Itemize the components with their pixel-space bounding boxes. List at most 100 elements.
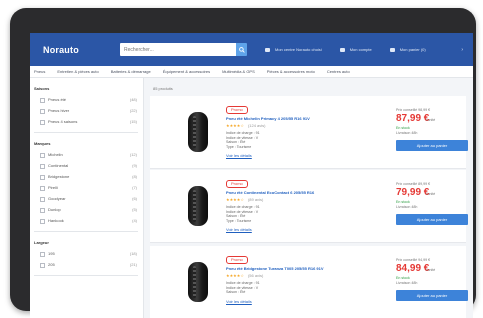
add-to-cart-button[interactable]: Ajouter au panier <box>396 140 468 151</box>
filter-divider <box>34 132 138 133</box>
price: 84,99 € <box>396 263 430 274</box>
tire-image[interactable] <box>188 112 208 152</box>
filter-group-title[interactable]: Largeur <box>34 240 49 245</box>
details-link[interactable]: Voir les détails <box>226 299 252 304</box>
filter-option[interactable]: Pneus été (48) <box>30 96 143 104</box>
filter-sidebar: Saisons Pneus été (48) Pneus hiver (22) Pneus… <box>30 78 144 318</box>
tire-image[interactable] <box>188 186 208 226</box>
filter-option-label: Hankook <box>48 218 64 223</box>
product-title[interactable]: Pneu été Bridgestone Turanza T005 205/55… <box>226 266 324 271</box>
search-bar <box>120 43 247 56</box>
add-to-cart-button[interactable]: Ajouter au panier <box>396 290 468 301</box>
delivery-info: Livraison 48h <box>396 205 418 209</box>
filter-option-label: Pneus été <box>48 97 67 102</box>
product-rating: ★★★★☆ (124 avis) <box>226 123 266 128</box>
filter-checkbox[interactable] <box>40 153 45 158</box>
store-icon <box>265 47 270 52</box>
filter-option[interactable]: Michelin (12) <box>30 151 143 159</box>
product-title[interactable]: Pneu été Michelin Primacy 4 205/55 R16 9… <box>226 116 310 121</box>
filter-option[interactable]: Goodyear (6) <box>30 195 143 203</box>
nav-item[interactable]: Entretien & pièces auto <box>57 69 98 74</box>
filter-option-count: (6) <box>132 196 137 201</box>
product-title[interactable]: Pneu été Continental EcoContact 6 205/55… <box>226 190 314 195</box>
review-count[interactable]: (124 avis) <box>248 123 266 128</box>
filter-option-label: 195 <box>48 251 55 256</box>
search-button[interactable] <box>236 43 247 56</box>
filter-divider <box>34 231 138 232</box>
filter-option[interactable]: 205 (21) <box>30 261 143 269</box>
filter-checkbox[interactable] <box>40 219 45 224</box>
filter-option-count: (48) <box>129 97 137 102</box>
stock-status: En stock <box>396 200 410 204</box>
details-link[interactable]: Voir les détails <box>226 227 252 232</box>
filter-group-title[interactable]: Saisons <box>34 86 49 91</box>
search-input[interactable] <box>120 43 236 56</box>
cart-link[interactable]: Mon panier (0) <box>389 47 426 52</box>
nav-item[interactable]: Équipement & accessoires <box>163 69 210 74</box>
product-specs: Indice de charge : 91 Indice de vitesse :… <box>226 205 260 223</box>
filter-checkbox[interactable] <box>40 109 45 114</box>
filter-option-label: Bridgestone <box>48 174 70 179</box>
filter-option-count: (18) <box>129 251 137 256</box>
screen: Norauto Mon centre Norauto choisi Mon co… <box>30 33 473 318</box>
price-unit: l'unité <box>426 118 436 122</box>
filter-option[interactable]: Pneus hiver (22) <box>30 107 143 115</box>
filter-option-label: Dunlop <box>48 207 61 212</box>
store-selector[interactable]: Mon centre Norauto choisi <box>265 47 322 52</box>
filter-checkbox[interactable] <box>40 164 45 169</box>
spec-line: Saison : Été <box>226 290 246 295</box>
filter-option-count: (7) <box>132 185 137 190</box>
product-rating: ★★★★☆ (89 avis) <box>226 197 263 202</box>
spec-line: Type : Tourisme <box>226 218 252 223</box>
filter-option-label: Continental <box>48 163 69 168</box>
old-price: Prix conseillé 89,99 € <box>396 182 431 186</box>
filter-checkbox[interactable] <box>40 197 45 202</box>
filter-option[interactable]: Pirelli (7) <box>30 184 143 192</box>
menu-toggle[interactable]: › <box>453 47 463 53</box>
old-price: Prix conseillé 94,99 € <box>396 258 431 262</box>
user-icon <box>339 47 345 52</box>
filter-checkbox[interactable] <box>40 98 45 103</box>
filter-option-count: (22) <box>129 108 137 113</box>
tire-image[interactable] <box>188 262 208 302</box>
filter-option[interactable]: Hankook (4) <box>30 217 143 225</box>
product-card: Promo Pneu été Michelin Primacy 4 205/55 … <box>150 96 468 169</box>
nav-item[interactable]: Pièces & accessoires moto <box>267 69 315 74</box>
promo-badge: Promo <box>226 180 248 188</box>
details-link[interactable]: Voir les détails <box>226 153 252 158</box>
filter-checkbox[interactable] <box>40 120 45 125</box>
filter-option[interactable]: Dunlop (5) <box>30 206 143 214</box>
filter-checkbox[interactable] <box>40 208 45 213</box>
filter-option-count: (5) <box>132 207 137 212</box>
result-count: 85 produits <box>153 86 173 91</box>
product-specs: Indice de charge : 91 Indice de vitesse :… <box>226 131 260 149</box>
review-count[interactable]: (56 avis) <box>248 273 263 278</box>
nav-item[interactable]: Pneus <box>34 69 45 74</box>
filter-checkbox[interactable] <box>40 252 45 257</box>
spec-line: Indice de charge : 91 <box>226 205 260 209</box>
filter-option[interactable]: Continental (9) <box>30 162 143 170</box>
filter-option[interactable]: 195 (18) <box>30 250 143 258</box>
nav-item[interactable]: Multimédia & GPS <box>222 69 255 74</box>
filter-checkbox[interactable] <box>40 186 45 191</box>
review-count[interactable]: (89 avis) <box>248 197 263 202</box>
filter-option[interactable]: Pneus 4 saisons (15) <box>30 118 143 126</box>
filter-option-count: (12) <box>129 152 137 157</box>
filter-checkbox[interactable] <box>40 263 45 268</box>
add-to-cart-button[interactable]: Ajouter au panier <box>396 214 468 225</box>
filter-option[interactable]: Bridgestone (8) <box>30 173 143 181</box>
nav-item[interactable]: Batteries & démarrage <box>111 69 151 74</box>
site-logo[interactable]: Norauto <box>43 45 105 55</box>
filter-checkbox[interactable] <box>40 175 45 180</box>
filter-option-count: (9) <box>132 163 137 168</box>
account-link[interactable]: Mon compte <box>339 47 372 52</box>
promo-badge: Promo <box>226 256 248 264</box>
cart-icon <box>389 47 395 52</box>
chevron-right-icon: › <box>461 46 463 53</box>
stock-status: En stock <box>396 276 410 280</box>
filter-option-label: Goodyear <box>48 196 66 201</box>
star-rating-icon: ★★★★☆ <box>226 123 244 128</box>
filter-group-title[interactable]: Marques <box>34 141 50 146</box>
nav-item[interactable]: Centres auto <box>327 69 350 74</box>
filter-option-label: 205 <box>48 262 55 267</box>
